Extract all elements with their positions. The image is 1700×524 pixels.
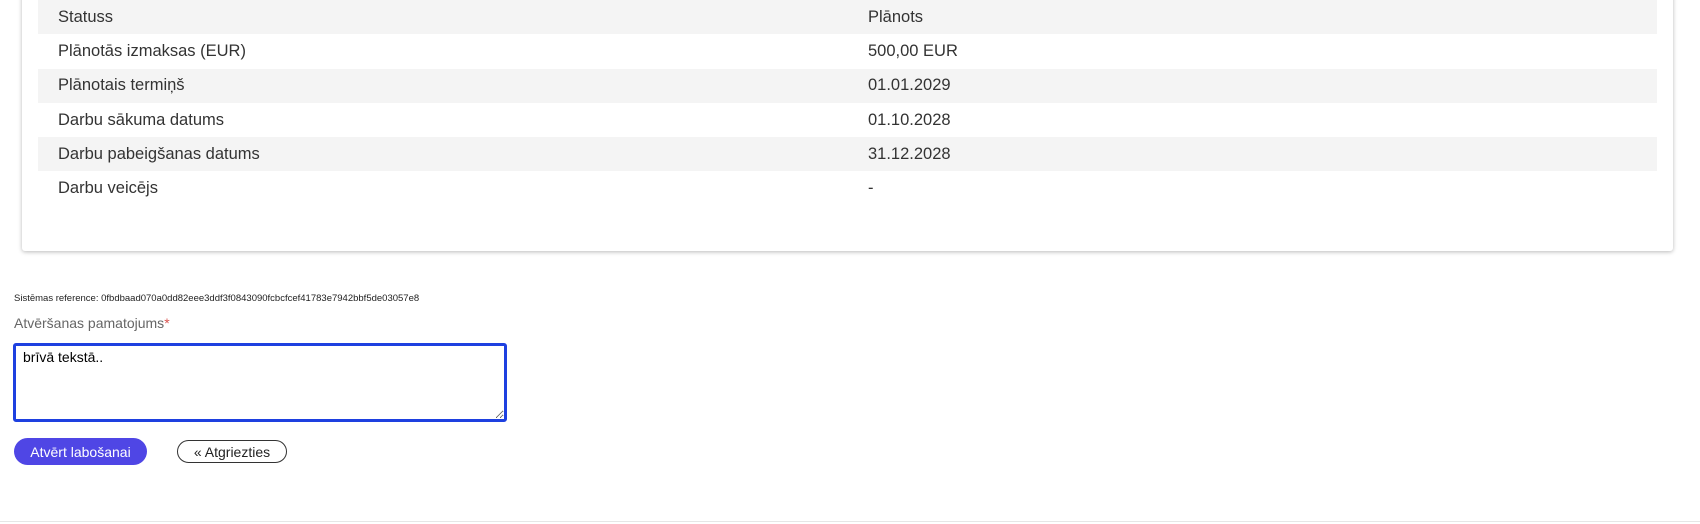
table-row: Darbu sākuma datums 01.10.2028	[38, 102, 1657, 138]
row-value: -	[848, 171, 1657, 206]
row-value: 01.01.2029	[848, 68, 1657, 103]
table-row: Statuss Plānots	[38, 0, 1657, 35]
table-row: Darbu veicējs -	[38, 171, 1657, 206]
divider	[0, 521, 1700, 522]
details-table: Statuss Plānots Plānotās izmaksas (EUR) …	[38, 0, 1657, 206]
table-row: Plānotais termiņš 01.01.2029	[38, 68, 1657, 103]
row-value: 31.12.2028	[848, 137, 1657, 172]
row-value: 500,00 EUR	[848, 34, 1657, 69]
row-value: Plānots	[848, 0, 1657, 35]
row-label: Plānotais termiņš	[38, 68, 848, 103]
details-card: Statuss Plānots Plānotās izmaksas (EUR) …	[22, 0, 1673, 251]
reason-field-label: Atvēršanas pamatojums*	[14, 315, 170, 331]
table-row: Plānotās izmaksas (EUR) 500,00 EUR	[38, 34, 1657, 69]
open-for-editing-button[interactable]: Atvērt labošanai	[14, 438, 147, 465]
row-value: 01.10.2028	[848, 102, 1657, 138]
row-label: Plānotās izmaksas (EUR)	[38, 34, 848, 69]
system-reference: Sistēmas reference: 0fbdbaad070a0dd82eee…	[14, 293, 420, 304]
required-marker: *	[164, 315, 170, 331]
row-label: Darbu pabeigšanas datums	[38, 137, 848, 172]
reason-textarea[interactable]: brīvā tekstā..	[13, 343, 507, 422]
row-label: Darbu sākuma datums	[38, 102, 848, 138]
table-row: Darbu pabeigšanas datums 31.12.2028	[38, 137, 1657, 172]
back-button[interactable]: « Atgriezties	[177, 440, 287, 463]
reason-label-text: Atvēršanas pamatojums	[14, 315, 165, 331]
row-label: Darbu veicējs	[38, 171, 848, 206]
row-label: Statuss	[38, 0, 848, 35]
